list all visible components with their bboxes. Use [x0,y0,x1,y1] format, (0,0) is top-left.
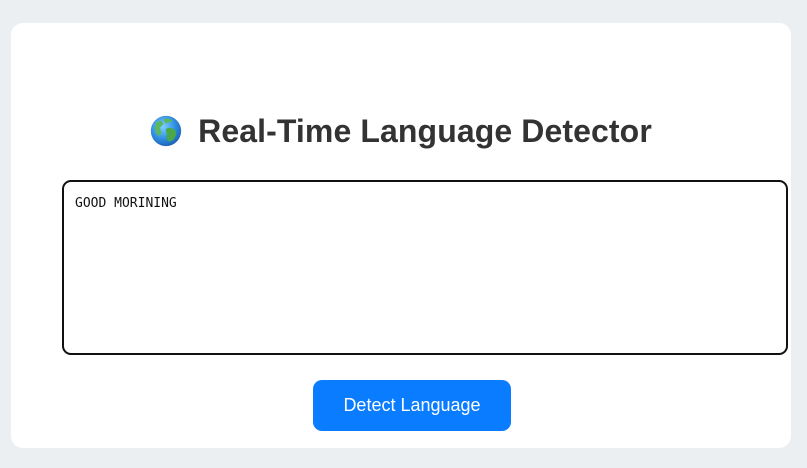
page-title: Real-Time Language Detector [198,112,652,149]
globe-icon [150,115,182,147]
detector-card: Real-Time Language Detector GOOD MORININ… [11,23,791,448]
detect-language-button[interactable]: Detect Language [313,380,511,431]
page-header: Real-Time Language Detector [11,109,791,153]
text-input[interactable]: GOOD MORINING [62,180,788,355]
